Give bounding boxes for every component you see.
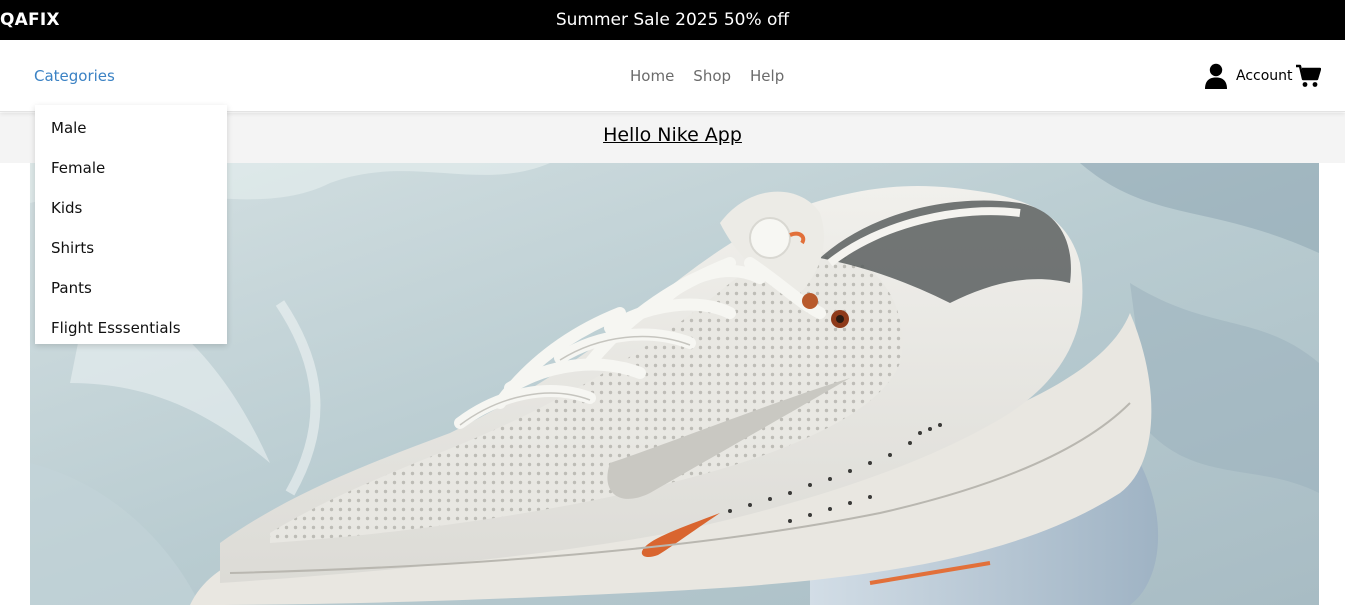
- nav-link-home[interactable]: Home: [630, 67, 674, 85]
- sale-announcement: Summer Sale 2025 50% off: [555, 10, 790, 30]
- account-link[interactable]: Account: [1236, 68, 1293, 84]
- dropdown-item-male[interactable]: Male: [35, 110, 227, 150]
- main-navbar: Categories Home Shop Help Account: [0, 40, 1345, 112]
- user-icon[interactable]: [1204, 63, 1228, 89]
- nav-link-help[interactable]: Help: [750, 67, 784, 85]
- dropdown-item-shirts[interactable]: Shirts: [35, 230, 227, 270]
- categories-link[interactable]: Categories: [34, 67, 115, 85]
- shopping-cart-icon[interactable]: [1295, 64, 1321, 88]
- nav-link-shop[interactable]: Shop: [693, 67, 731, 85]
- dropdown-item-pants[interactable]: Pants: [35, 270, 227, 310]
- top-banner: QAFIX Summer Sale 2025 50% off: [0, 0, 1345, 40]
- categories-dropdown: Male Female Kids Shirts Pants Flight Ess…: [35, 105, 227, 344]
- account-area: Account: [1204, 62, 1321, 90]
- nav-links: Home Shop Help: [630, 67, 784, 85]
- dropdown-item-flight-essentials[interactable]: Flight Esssentials: [35, 310, 227, 350]
- dropdown-item-female[interactable]: Female: [35, 150, 227, 190]
- dropdown-item-kids[interactable]: Kids: [35, 190, 227, 230]
